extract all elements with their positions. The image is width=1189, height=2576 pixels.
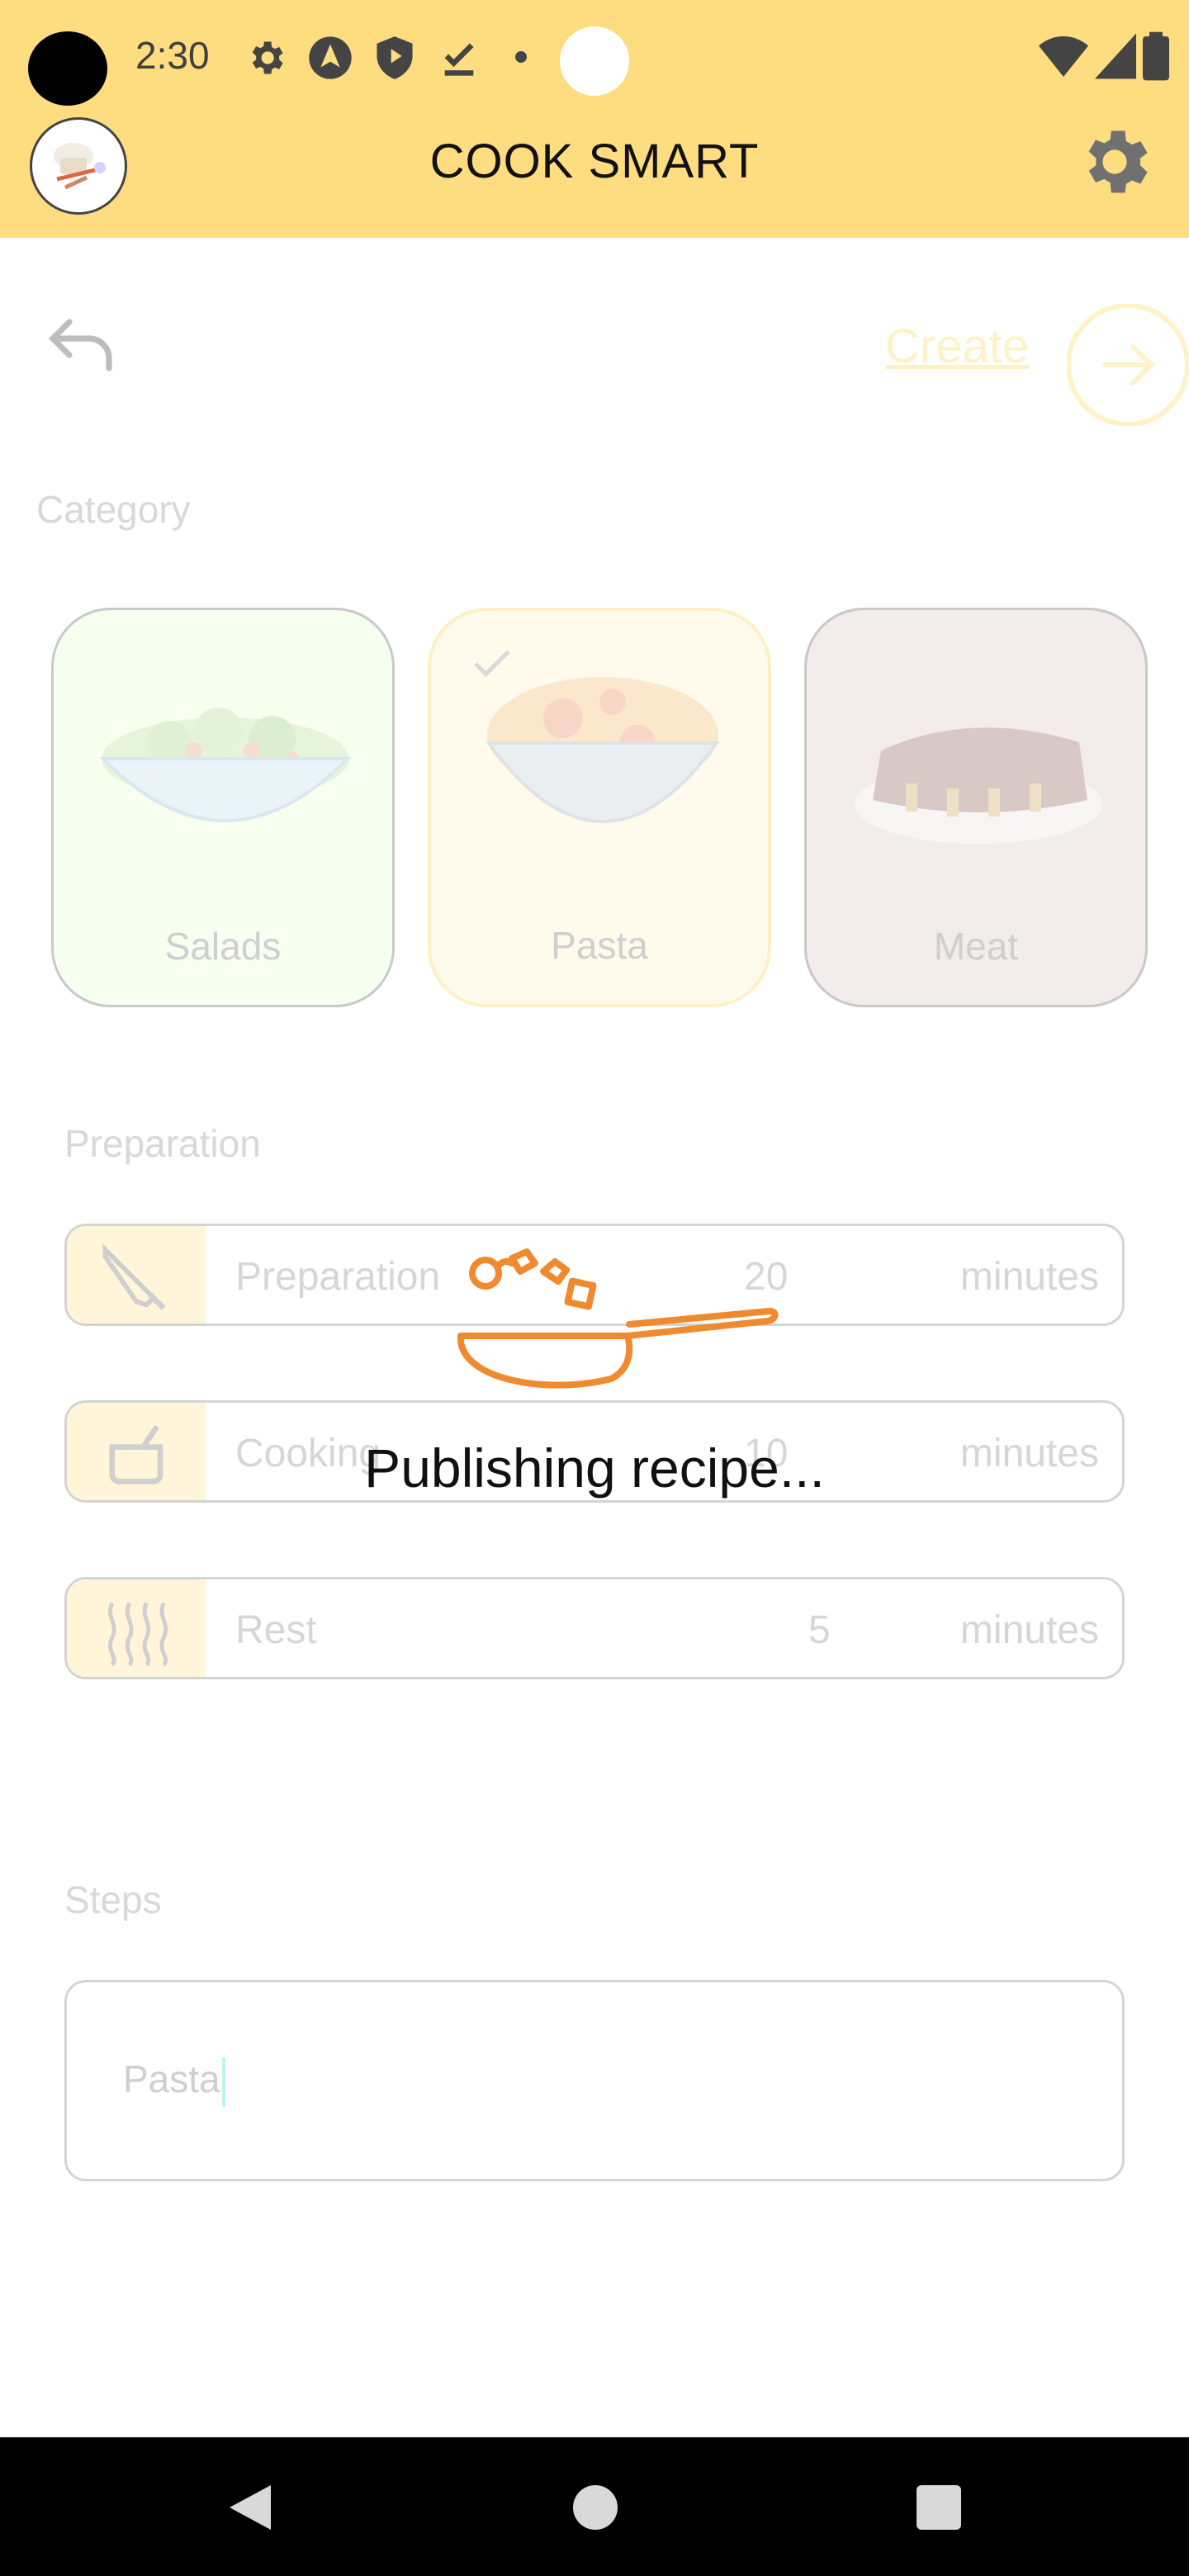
time-row-rest[interactable]: Rest 5 minutes bbox=[64, 1577, 1125, 1679]
home-circle-icon[interactable] bbox=[573, 2485, 618, 2530]
recents-square-icon[interactable] bbox=[917, 2485, 961, 2530]
category-label-meat: Meat bbox=[933, 925, 1019, 968]
frying-pan-icon bbox=[457, 1248, 779, 1389]
category-label-salads: Salads bbox=[164, 925, 282, 968]
time-row-unit: minutes bbox=[959, 1608, 1099, 1652]
signal-icon bbox=[1095, 33, 1136, 79]
camera-cutout bbox=[28, 31, 107, 106]
category-card-salads[interactable]: Salads bbox=[51, 608, 395, 1007]
text-caret bbox=[221, 2057, 225, 2107]
status-time: 2:30 bbox=[135, 34, 210, 77]
steps-input[interactable]: Pasta bbox=[64, 1980, 1125, 2181]
front-sensor bbox=[560, 26, 629, 96]
salad-bowl-image bbox=[99, 708, 352, 822]
navigation-icon bbox=[309, 36, 352, 79]
back-triangle-icon[interactable] bbox=[225, 2482, 274, 2533]
preparation-label: Preparation bbox=[64, 1122, 261, 1165]
arrow-right-circle-icon[interactable] bbox=[1067, 304, 1189, 426]
time-row-value[interactable]: 5 bbox=[808, 1608, 831, 1653]
battery-icon bbox=[1143, 31, 1169, 81]
create-link[interactable]: Create bbox=[885, 319, 1029, 374]
steam-icon bbox=[107, 1602, 168, 1667]
steps-label: Steps bbox=[64, 1878, 162, 1921]
category-card-pasta[interactable]: Pasta bbox=[428, 608, 771, 1007]
time-row-icon-bg bbox=[67, 1226, 206, 1324]
category-card-meat[interactable]: Meat bbox=[804, 608, 1148, 1007]
app-title: COOK SMART bbox=[429, 135, 760, 188]
ribs-plate-image bbox=[855, 727, 1102, 844]
dot-icon bbox=[515, 51, 527, 63]
knife-icon bbox=[102, 1243, 166, 1310]
pasta-bowl-image bbox=[486, 677, 720, 823]
download-done-icon bbox=[444, 43, 474, 76]
shield-icon bbox=[377, 36, 413, 79]
time-row-unit: minutes bbox=[959, 1255, 1099, 1299]
time-row-icon-bg bbox=[67, 1579, 206, 1677]
time-row-label: Preparation bbox=[235, 1255, 441, 1299]
category-label: Category bbox=[36, 488, 191, 531]
steps-input-value: Pasta bbox=[123, 2057, 220, 2100]
publishing-message: Publishing recipe... bbox=[364, 1437, 825, 1499]
settings-gear-icon[interactable] bbox=[1073, 121, 1156, 203]
gear-icon bbox=[252, 41, 283, 74]
category-label-pasta: Pasta bbox=[551, 924, 648, 967]
time-row-label: Rest bbox=[235, 1608, 317, 1652]
wifi-icon bbox=[1039, 36, 1088, 77]
undo-icon[interactable] bbox=[43, 305, 122, 385]
